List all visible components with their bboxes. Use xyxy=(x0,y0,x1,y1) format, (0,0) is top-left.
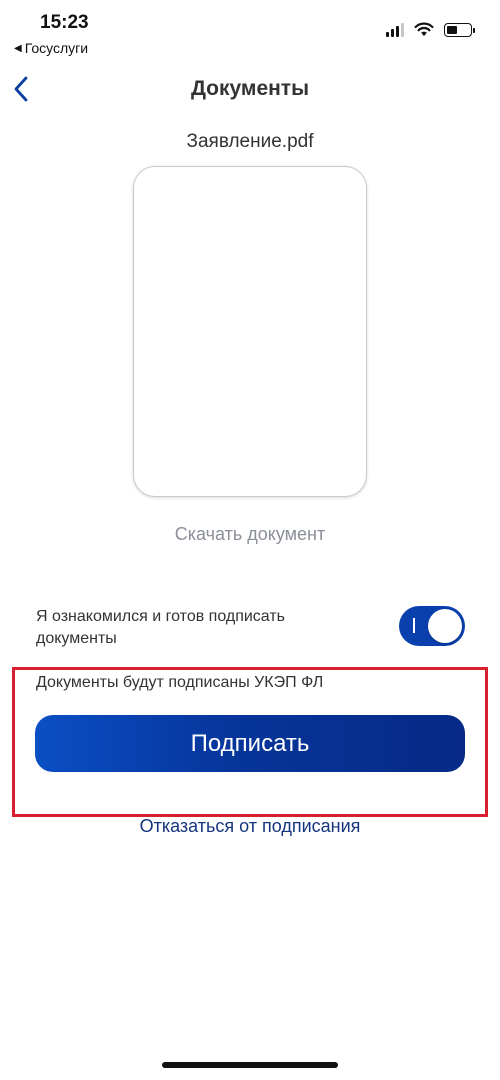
signature-type-note: Документы будут подписаны УКЭП ФЛ xyxy=(36,674,324,691)
status-icons xyxy=(386,22,475,37)
status-time: 15:23 xyxy=(40,12,89,33)
toggle-on-indicator xyxy=(413,618,415,633)
sign-button[interactable]: Подписать xyxy=(35,715,465,772)
cellular-signal-icon xyxy=(386,22,404,37)
decline-signing-link[interactable]: Отказаться от подписания xyxy=(0,816,500,837)
toggle-knob xyxy=(428,609,462,643)
agreement-label: Я ознакомился и готов подписать документ… xyxy=(36,608,286,647)
battery-icon xyxy=(444,22,475,37)
download-document-link[interactable]: Скачать документ xyxy=(0,524,500,545)
page-title: Документы xyxy=(190,77,310,100)
home-indicator[interactable] xyxy=(162,1062,338,1068)
document-preview[interactable] xyxy=(133,166,367,497)
back-triangle-icon: ◀ xyxy=(14,42,22,54)
back-to-app-label: Госуслуги xyxy=(24,40,89,56)
document-file-name: Заявление.pdf xyxy=(186,131,314,152)
wifi-icon xyxy=(414,22,434,36)
back-to-app-link[interactable]: ◀ Госуслуги xyxy=(14,40,88,56)
agreement-toggle[interactable] xyxy=(399,606,465,646)
